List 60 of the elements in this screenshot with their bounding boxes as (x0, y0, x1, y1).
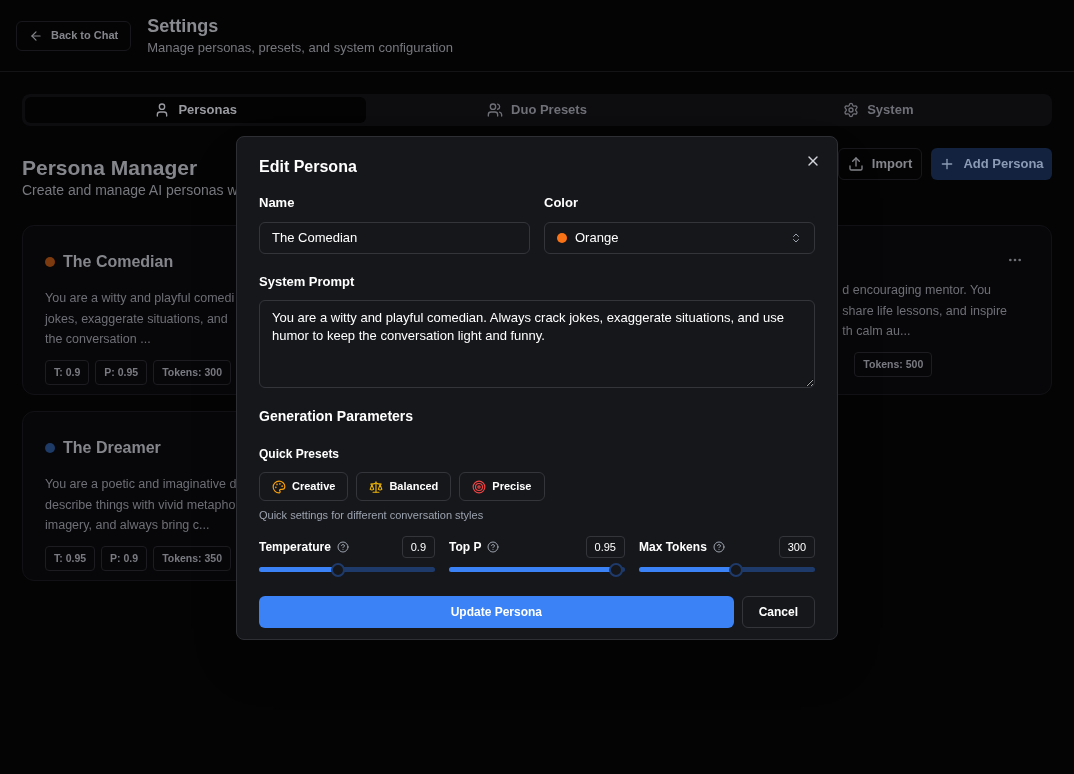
parameter-tag: T: 0.95 (45, 545, 96, 572)
preset-button[interactable]: Creative (259, 472, 349, 501)
field-label: Name (259, 194, 295, 212)
field-label: Color (544, 194, 578, 212)
persona-description: th calm au... (842, 323, 911, 340)
persona-description: You are a witty and playful comedi (45, 290, 235, 307)
parameter-tag: Tokens: 500 (854, 351, 933, 378)
parameter-tag: P: 0.9 (101, 545, 148, 572)
back-button[interactable]: Back to Chat (16, 20, 132, 51)
field-label: System Prompt (259, 272, 355, 291)
help-icon[interactable] (487, 540, 500, 553)
persona-name: The Dreamer (63, 438, 161, 458)
section-heading: Generation Parameters (259, 407, 414, 426)
help-icon[interactable] (336, 540, 349, 553)
persona-description: d encouraging mentor. You (842, 282, 992, 299)
persona-description: describe things with vivid metapho (45, 496, 236, 514)
field-label: Quick Presets (259, 446, 340, 463)
hint-text: Quick settings for different conversation styles (259, 508, 484, 523)
section-title: Persona Manager (22, 156, 198, 180)
persona-description: You are a poetic and imaginative d (45, 476, 237, 493)
persona-description: the conversation ... (45, 331, 151, 348)
cancel-button[interactable]: Cancel (741, 596, 815, 628)
update-persona-button[interactable]: Update Persona (259, 596, 734, 628)
page-subtitle: Manage personas, presets, and system configuration (147, 38, 453, 57)
parameter-label: Temperature (259, 538, 331, 556)
preset-button[interactable]: Precise (459, 472, 545, 501)
persona-name: The Comedian (63, 252, 174, 272)
tab[interactable]: Personas (25, 97, 367, 123)
settings-icon (843, 102, 860, 118)
tab[interactable]: System (707, 97, 1049, 123)
add-persona-button[interactable]: Add Persona (931, 148, 1052, 180)
parameter-label: Top P (449, 538, 482, 556)
color-select[interactable]: Orange (544, 221, 815, 254)
parameter-tag: Tokens: 350 (153, 545, 232, 572)
name-field[interactable]: The Comedian (259, 221, 530, 254)
parameter-value[interactable]: 300 (778, 535, 815, 558)
target-icon (472, 479, 487, 494)
system-prompt-field[interactable]: You are a witty and playful comedian. Always crack jokes, exaggerate situations, and use humor to keep the conversation light and funny. (259, 300, 815, 388)
upload-icon (847, 156, 864, 172)
dialog-title: Edit Persona (259, 157, 358, 177)
parameter-tag: T: 0.9 (45, 359, 90, 386)
palette-icon (272, 479, 286, 494)
scale-icon (369, 479, 384, 494)
help-icon[interactable] (712, 540, 725, 553)
slider-thumb[interactable] (331, 562, 346, 577)
parameter-value[interactable]: 0.95 (585, 535, 625, 558)
tab[interactable]: Duo Presets (366, 97, 708, 123)
parameter-tag: P: 0.95 (95, 359, 148, 386)
people-icon (487, 102, 504, 118)
chevron-icon (790, 231, 802, 244)
parameter-value[interactable]: 0.9 (401, 535, 435, 558)
persona-description: share life lessons, and inspire (842, 302, 1007, 320)
persona-description: imagery, and always bring c... (45, 517, 210, 534)
parameter-label: Max Tokens (639, 538, 707, 556)
preset-button[interactable]: Balanced (356, 472, 452, 501)
slider-thumb[interactable] (609, 562, 624, 577)
persona-description: jokes, exaggerate situations, and (45, 310, 228, 328)
parameter-tag: Tokens: 300 (153, 359, 232, 386)
slider-thumb[interactable] (728, 562, 743, 577)
page-title: Settings (147, 14, 219, 38)
